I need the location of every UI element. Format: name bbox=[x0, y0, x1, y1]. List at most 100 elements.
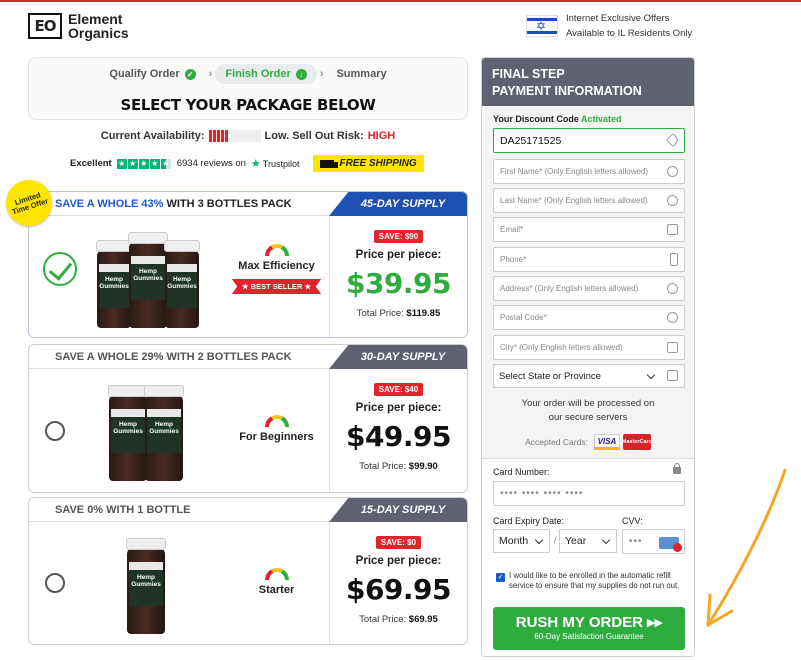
price-label: Price per piece: bbox=[355, 555, 442, 567]
product-image: Hemp Gummies bbox=[126, 534, 166, 634]
tag-icon bbox=[665, 132, 681, 148]
price-label: Price per piece: bbox=[355, 249, 442, 261]
expiry-month-select[interactable]: Month bbox=[493, 529, 550, 553]
total-label: Total Price: bbox=[356, 308, 404, 319]
first-name-field[interactable]: First Name* (Only English letters allowe… bbox=[493, 159, 685, 184]
page-title: SELECT YOUR PACKAGE BELOW bbox=[120, 96, 376, 114]
step-summary: Summary bbox=[336, 68, 387, 80]
rating-word: Excellent bbox=[70, 158, 112, 169]
email-field[interactable]: Email* bbox=[493, 217, 685, 242]
product-image: Hemp Gummies Hemp Gummies Hemp Gummies bbox=[96, 228, 200, 328]
address-field[interactable]: Address* (Only English letters allowed) bbox=[493, 276, 685, 301]
total-label: Total Price: bbox=[359, 614, 407, 625]
trustpilot-star-icon: ★ bbox=[250, 158, 261, 170]
phone-icon bbox=[670, 253, 678, 266]
chevron-down-icon bbox=[601, 535, 611, 545]
top-accent-line bbox=[0, 0, 801, 2]
risk-label: Low. Sell Out Risk: bbox=[264, 130, 364, 142]
arrow-down-icon: ↓ bbox=[295, 68, 307, 80]
trustpilot-row: Excellent ★ ★ ★ ★ ★ 6934 reviews on ★ Trustpi… bbox=[70, 155, 424, 172]
stock-level-bar bbox=[208, 130, 261, 142]
trustpilot-logo: ★ Trustpilot bbox=[250, 158, 300, 170]
decorative-arrow-icon bbox=[706, 468, 787, 627]
autorefill-text: I would like to be enrolled in the autom… bbox=[509, 571, 680, 590]
autorefill-checkbox[interactable]: ✓ bbox=[496, 573, 505, 582]
logo-mark: EO bbox=[28, 13, 62, 39]
secure-notice: Your order will be processed on our secu… bbox=[521, 398, 655, 423]
package-save-text: SAVE A WHOLE 29% WITH 2 BOTTLES PACK bbox=[55, 351, 292, 363]
steps-card: Qualify Order ✓ › Finish Order ↓ › Summa… bbox=[28, 57, 468, 120]
cvv-field[interactable]: ••• bbox=[622, 529, 685, 554]
state-select[interactable]: Select State or Province bbox=[493, 364, 685, 388]
card-number-field[interactable]: •••• •••• •••• •••• bbox=[493, 481, 685, 506]
save-badge: SAVE: $90 bbox=[373, 230, 424, 243]
logo-line-1: Element bbox=[68, 11, 123, 27]
step-finish-order: Finish Order ↓ bbox=[215, 64, 317, 84]
location-pin-icon bbox=[667, 283, 678, 294]
envelope-icon bbox=[667, 224, 678, 235]
product-image: Hemp Gummies Hemp Gummies bbox=[108, 381, 184, 481]
reviews-text: 6934 reviews on bbox=[176, 158, 246, 169]
exclusive-offer: ✡ Internet Exclusive Offers Available to… bbox=[526, 11, 692, 41]
price-label: Price per piece: bbox=[355, 402, 442, 414]
user-icon bbox=[667, 166, 678, 177]
check-icon: ✓ bbox=[184, 68, 196, 80]
accepted-cards: Accepted Cards: VISA MasterCard bbox=[482, 434, 694, 450]
city-field[interactable]: City* (Only English letters allowed) bbox=[493, 335, 685, 360]
rating-stars-icon: ★ ★ ★ ★ ★ bbox=[116, 158, 171, 169]
package-3-bottles[interactable]: SAVE A WHOLE 43% WITH 3 BOTTLES PACK 45-… bbox=[28, 191, 468, 338]
availability-row: Current Availability: Low. Sell Out Risk… bbox=[28, 130, 468, 142]
offer-line-1: Internet Exclusive Offers bbox=[566, 13, 670, 24]
brand-logo[interactable]: EO Element Organics bbox=[28, 12, 129, 40]
last-name-field[interactable]: Last Name* (Only English letters allowed… bbox=[493, 188, 685, 213]
building-icon bbox=[667, 342, 678, 353]
price-per-piece: $49.95 bbox=[345, 420, 452, 453]
package-radio[interactable] bbox=[45, 573, 65, 593]
chevron-down-icon bbox=[534, 535, 544, 545]
israel-flag-icon: ✡ bbox=[526, 15, 558, 37]
gauge-icon bbox=[264, 568, 289, 580]
availability-label: Current Availability: bbox=[100, 130, 205, 142]
package-1-bottle[interactable]: SAVE 0% WITH 1 BOTTLE 15-DAY SUPPLY Hemp… bbox=[28, 497, 468, 645]
price-per-piece: $69.95 bbox=[345, 573, 452, 606]
package-radio[interactable] bbox=[45, 420, 65, 441]
discount-code-field[interactable]: DA25171525 bbox=[493, 128, 685, 153]
visa-icon: VISA bbox=[593, 434, 620, 450]
total-price: $69.95 bbox=[408, 614, 438, 625]
offer-line-2: Available to IL Residents Only bbox=[566, 28, 693, 39]
free-shipping-badge: FREE SHIPPING bbox=[313, 155, 424, 172]
discount-status: Activated bbox=[581, 114, 622, 124]
payment-form: FINAL STEP PAYMENT INFORMATION Your Disc… bbox=[481, 57, 695, 657]
save-badge: SAVE: $0 bbox=[376, 536, 421, 549]
map-icon bbox=[667, 370, 678, 381]
package-tag: For Beginners bbox=[239, 431, 314, 443]
lock-icon bbox=[673, 463, 681, 474]
phone-field[interactable]: Phone* bbox=[493, 247, 685, 272]
mastercard-icon: MasterCard bbox=[622, 434, 652, 450]
cvv-label: CVV: bbox=[622, 516, 643, 526]
logo-line-2: Organics bbox=[68, 25, 129, 41]
package-2-bottles[interactable]: SAVE A WHOLE 29% WITH 2 BOTTLES PACK 30-… bbox=[28, 344, 468, 493]
expiry-year-select[interactable]: Year bbox=[559, 529, 617, 553]
postal-code-field[interactable]: Postal Code* bbox=[493, 305, 685, 330]
card-number-label: Card Number: bbox=[493, 467, 550, 477]
chevron-right-icon: › bbox=[319, 68, 324, 80]
form-header: FINAL STEP PAYMENT INFORMATION bbox=[482, 58, 694, 106]
total-label: Total Price: bbox=[359, 461, 407, 472]
selected-check-icon[interactable] bbox=[43, 252, 77, 286]
rush-order-button[interactable]: RUSH MY ORDER ▸▸ 60-Day Satisfaction Gua… bbox=[493, 607, 685, 650]
step-qualify-order: Qualify Order ✓ bbox=[99, 64, 205, 84]
total-price: $99.90 bbox=[408, 461, 438, 472]
best-seller-ribbon: ★ BEST SELLER ★ bbox=[231, 279, 322, 294]
price-per-piece: $39.95 bbox=[345, 267, 452, 300]
total-price: $119.85 bbox=[406, 308, 441, 319]
gauge-icon bbox=[264, 244, 289, 256]
user-icon bbox=[667, 312, 678, 323]
cvv-card-icon bbox=[659, 537, 682, 552]
supply-label: 30-DAY SUPPLY bbox=[329, 345, 467, 369]
user-icon bbox=[667, 195, 678, 206]
package-save-text: SAVE 0% WITH 1 BOTTLE bbox=[55, 504, 191, 516]
progress-steps: Qualify Order ✓ › Finish Order ↓ › Summa… bbox=[29, 64, 467, 84]
discount-label: Your Discount Code bbox=[493, 114, 579, 124]
chevron-down-icon bbox=[646, 370, 656, 380]
